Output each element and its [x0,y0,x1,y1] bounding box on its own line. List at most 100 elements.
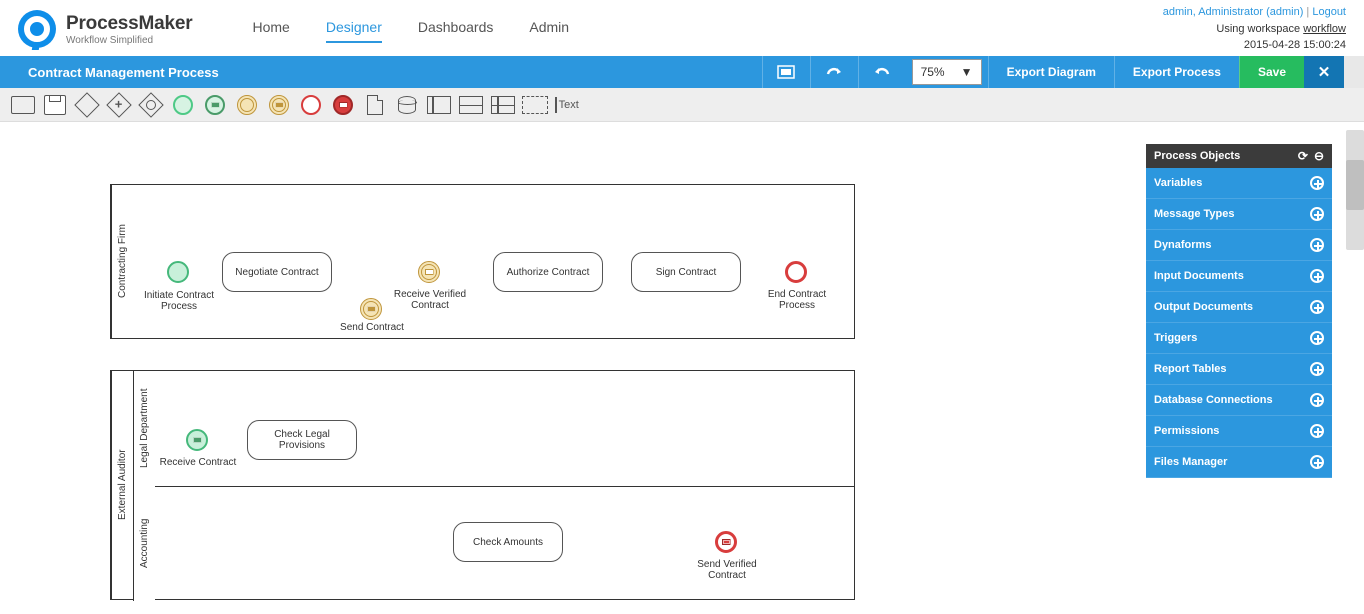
event-end-contract-label: End Contract Process [752,289,842,311]
add-icon[interactable] [1310,424,1324,438]
brand-name: ProcessMaker [66,13,192,35]
logout-link[interactable]: Logout [1312,6,1346,18]
tool-end-message-event[interactable] [330,93,356,117]
panel-item-triggers[interactable]: Triggers [1146,323,1332,354]
task-check-amounts[interactable]: Check Amounts [453,522,563,562]
header-user-area: admin, Administrator (admin) | Logout Us… [1163,4,1346,54]
lane-label-legal: Legal Department [133,371,155,486]
logo-icon [18,10,56,48]
pool-label-contracting-firm: Contracting Firm [111,185,133,338]
pool-label-external-auditor: External Auditor [111,371,133,599]
undo-icon [873,65,891,79]
close-icon: ✕ [1318,63,1331,81]
bluebar-scroll [1344,56,1364,88]
event-send-verified-contract[interactable] [715,531,737,553]
bpmn-palette: Text [0,88,1364,122]
panel-item-report-tables[interactable]: Report Tables [1146,354,1332,385]
task-sign-contract[interactable]: Sign Contract [631,252,741,292]
panel-item-variables[interactable]: Variables [1146,168,1332,199]
nav-dashboards[interactable]: Dashboards [418,19,494,43]
zoom-select[interactable]: 75% ▼ [912,59,982,85]
add-icon[interactable] [1310,300,1324,314]
event-end-contract[interactable] [785,261,807,283]
tool-pool-lanes[interactable] [490,93,516,117]
tool-lane[interactable] [458,93,484,117]
redo-button[interactable] [810,56,858,88]
scrollbar-thumb[interactable] [1346,160,1364,210]
add-icon[interactable] [1310,269,1324,283]
add-icon[interactable] [1310,331,1324,345]
add-icon[interactable] [1310,362,1324,376]
tool-end-event[interactable] [298,93,324,117]
nav-admin[interactable]: Admin [529,19,569,43]
panel-item-dynaforms[interactable]: Dynaforms [1146,230,1332,261]
export-process-button[interactable]: Export Process [1114,56,1239,88]
tool-gateway[interactable] [74,93,100,117]
task-check-legal[interactable]: Check Legal Provisions [247,420,357,460]
panel-collapse-icon[interactable]: ⊖ [1314,149,1324,163]
tool-gateway-parallel[interactable] [106,93,132,117]
tool-gateway-inclusive[interactable] [138,93,164,117]
tool-pool[interactable] [426,93,452,117]
tool-start-event[interactable] [170,93,196,117]
vertical-scrollbar[interactable] [1346,130,1364,250]
panel-item-files-manager[interactable]: Files Manager [1146,447,1332,478]
process-toolbar: Contract Management Process 75% ▼ Export … [0,56,1364,88]
export-diagram-button[interactable]: Export Diagram [988,56,1114,88]
panel-item-permissions[interactable]: Permissions [1146,416,1332,447]
event-send-verified-contract-label: Send Verified Contract [682,559,772,581]
fullscreen-button[interactable] [762,56,810,88]
tool-task[interactable] [10,93,36,117]
main-nav: Home Designer Dashboards Admin [252,19,569,43]
event-receive-verified-contract-label: Receive Verified Contract [385,289,475,311]
panel-item-output-documents[interactable]: Output Documents [1146,292,1332,323]
add-icon[interactable] [1310,238,1324,252]
chevron-down-icon: ▼ [961,65,973,79]
panel-item-input-documents[interactable]: Input Documents [1146,261,1332,292]
tool-group[interactable] [522,93,548,117]
event-initiate-contract-label: Initiate Contract Process [134,290,224,312]
task-negotiate-contract[interactable]: Negotiate Contract [222,252,332,292]
logo[interactable]: ProcessMaker Workflow Simplified [18,10,192,48]
fullscreen-icon [777,65,795,79]
add-icon[interactable] [1310,393,1324,407]
event-receive-contract[interactable] [186,429,208,451]
tool-data-object[interactable] [362,93,388,117]
tool-start-message-event[interactable] [202,93,228,117]
event-receive-verified-contract[interactable] [418,261,440,283]
tool-datastore[interactable] [394,93,420,117]
process-title: Contract Management Process [28,65,219,80]
add-icon[interactable] [1310,455,1324,469]
nav-home[interactable]: Home [252,19,289,43]
tool-text-annotation[interactable]: Text [554,93,580,117]
event-receive-contract-label: Receive Contract [153,457,243,468]
redo-icon [825,65,843,79]
tool-intermediate-event[interactable] [234,93,260,117]
brand-tagline: Workflow Simplified [66,35,192,46]
event-send-contract[interactable] [360,298,382,320]
lane-separator [133,486,854,487]
undo-button[interactable] [858,56,906,88]
user-link[interactable]: admin, Administrator (admin) [1163,6,1304,18]
add-icon[interactable] [1310,207,1324,221]
panel-item-message-types[interactable]: Message Types [1146,199,1332,230]
panel-refresh-icon[interactable]: ⟳ [1298,149,1308,163]
panel-item-database-connections[interactable]: Database Connections [1146,385,1332,416]
zoom-value: 75% [921,65,945,79]
workspace-info: Using workspace workflow [1163,21,1346,38]
add-icon[interactable] [1310,176,1324,190]
tool-save[interactable] [42,93,68,117]
close-button[interactable]: ✕ [1304,56,1344,88]
save-button[interactable]: Save [1239,56,1304,88]
nav-designer[interactable]: Designer [326,19,382,43]
event-initiate-contract[interactable] [167,261,189,283]
lane-label-accounting: Accounting [133,486,155,601]
process-objects-panel: Process Objects ⟳ ⊖ Variables Message Ty… [1146,144,1332,478]
event-send-contract-label: Send Contract [327,322,417,333]
workspace-name[interactable]: workflow [1303,23,1346,35]
task-authorize-contract[interactable]: Authorize Contract [493,252,603,292]
timestamp: 2015-04-28 15:00:24 [1163,37,1346,54]
app-header: ProcessMaker Workflow Simplified Home De… [0,0,1364,56]
tool-intermediate-message-event[interactable] [266,93,292,117]
process-objects-header: Process Objects ⟳ ⊖ [1146,144,1332,168]
